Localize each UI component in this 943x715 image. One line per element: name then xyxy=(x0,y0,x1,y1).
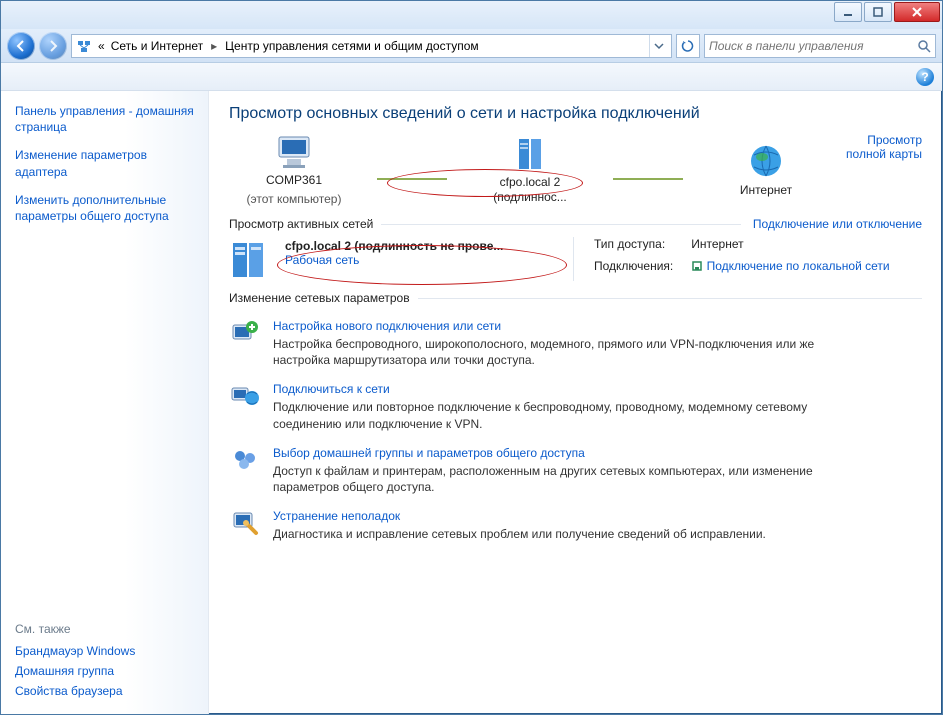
body: Панель управления - домашняя страница Из… xyxy=(1,91,942,714)
map-actions: Просмотр полной карты xyxy=(831,133,922,161)
maximize-button[interactable] xyxy=(864,2,892,22)
settings-item-new-connection[interactable]: Настройка нового подключения или сети На… xyxy=(229,319,922,368)
access-type-value: Интернет xyxy=(691,237,889,251)
map-node-internet[interactable]: Интернет xyxy=(701,143,831,198)
settings-item-desc: Настройка беспроводного, широкополосного… xyxy=(273,336,833,368)
view-full-map-link[interactable]: Просмотр полной карты xyxy=(846,133,922,161)
sidebar-link-adapter[interactable]: Изменение параметров адаптера xyxy=(15,147,194,179)
settings-item-troubleshoot[interactable]: Устранение неполадок Диагностика и испра… xyxy=(229,509,922,542)
see-also-label: См. также xyxy=(15,622,194,636)
content-pane: Просмотр основных сведений о сети и наст… xyxy=(209,91,942,714)
settings-item-homegroup[interactable]: Выбор домашней группы и параметров общег… xyxy=(229,446,922,495)
settings-item-title: Настройка нового подключения или сети xyxy=(273,319,833,333)
toolbar: ? xyxy=(1,63,942,91)
maximize-icon xyxy=(873,7,883,17)
map-node-this-pc[interactable]: COMP361 (этот компьютер) xyxy=(229,133,359,207)
globe-icon xyxy=(748,143,784,179)
sidebar-top: Панель управления - домашняя страница Из… xyxy=(15,103,194,236)
page-title: Просмотр основных сведений о сети и наст… xyxy=(229,105,922,123)
sidebar-link-home[interactable]: Панель управления - домашняя страница xyxy=(15,103,194,135)
access-type-label: Тип доступа: xyxy=(594,237,673,251)
divider xyxy=(381,224,741,225)
work-network-icon xyxy=(229,237,273,281)
settings-item-desc: Диагностика и исправление сетевых пробле… xyxy=(273,526,766,542)
breadcrumb-level1[interactable]: Сеть и Интернет xyxy=(111,39,203,53)
active-network-left: cfpo.local 2 (подлинность не прове... Ра… xyxy=(229,237,559,281)
breadcrumb-level2[interactable]: Центр управления сетями и общим доступом xyxy=(225,39,479,53)
active-networks-header: Просмотр активных сетей Подключение или … xyxy=(229,217,922,231)
active-network-type[interactable]: Рабочая сеть xyxy=(285,253,359,267)
address-bar[interactable]: « Сеть и Интернет ▸ Центр управления сет… xyxy=(71,34,672,58)
search-box[interactable] xyxy=(704,34,936,58)
nav-forward-button[interactable] xyxy=(39,32,67,60)
window-controls xyxy=(834,2,940,22)
ethernet-icon xyxy=(691,260,703,272)
connect-disconnect-link[interactable]: Подключение или отключение xyxy=(753,217,922,231)
address-dropdown[interactable] xyxy=(649,35,667,57)
refresh-icon xyxy=(681,39,695,53)
computer-icon xyxy=(273,133,315,169)
map-node2-label: cfpo.local 2 (подлиннос... xyxy=(465,175,595,205)
settings-item-title: Устранение неполадок xyxy=(273,509,766,523)
nav-row: « Сеть и Интернет ▸ Центр управления сет… xyxy=(1,29,942,63)
map-connector xyxy=(613,178,683,180)
network-center-icon xyxy=(76,38,92,54)
network-map: COMP361 (этот компьютер) cfpo.local 2 (п… xyxy=(229,133,922,207)
minimize-button[interactable] xyxy=(834,2,862,22)
homegroup-icon xyxy=(229,446,261,495)
arrow-right-icon xyxy=(46,39,60,53)
chevron-down-icon xyxy=(654,41,664,51)
active-network-details: Тип доступа: Подключения: Интернет Подкл… xyxy=(573,237,890,281)
sidebar-link-sharing[interactable]: Изменить дополнительные параметры общего… xyxy=(15,192,194,224)
settings-item-desc: Подключение или повторное подключение к … xyxy=(273,399,833,431)
map-node3-label: Интернет xyxy=(740,183,792,198)
map-nodes: COMP361 (этот компьютер) cfpo.local 2 (п… xyxy=(229,133,831,207)
sidebar-bottom: См. также Брандмауэр Windows Домашняя гр… xyxy=(15,622,194,704)
divider xyxy=(418,298,922,299)
settings-item-title: Подключиться к сети xyxy=(273,382,833,396)
troubleshoot-icon xyxy=(229,509,261,542)
map-node-domain[interactable]: cfpo.local 2 (подлиннос... xyxy=(465,135,595,205)
help-icon: ? xyxy=(921,70,928,84)
map-node1-sub: (этот компьютер) xyxy=(247,192,342,207)
settings-item-desc: Доступ к файлам и принтерам, расположенн… xyxy=(273,463,833,495)
server-tower-icon xyxy=(511,135,549,171)
see-also-firewall[interactable]: Брандмауэр Windows xyxy=(15,644,194,658)
active-network: cfpo.local 2 (подлинность не прове... Ра… xyxy=(229,237,922,281)
settings-item-title: Выбор домашней группы и параметров общег… xyxy=(273,446,833,460)
help-button[interactable]: ? xyxy=(916,68,934,86)
minimize-icon xyxy=(843,7,853,17)
close-button[interactable] xyxy=(894,2,940,22)
map-node1-label: COMP361 xyxy=(266,173,322,188)
close-icon xyxy=(911,7,923,17)
breadcrumb-back: « xyxy=(98,39,105,53)
active-networks-label: Просмотр активных сетей xyxy=(229,217,373,231)
settings-item-connect[interactable]: Подключиться к сети Подключение или повт… xyxy=(229,382,922,431)
connect-network-icon xyxy=(229,382,261,431)
settings-header: Изменение сетевых параметров xyxy=(229,291,922,305)
map-connector xyxy=(377,178,447,180)
refresh-button[interactable] xyxy=(676,34,700,58)
connections-label: Подключения: xyxy=(594,259,673,273)
connection-link[interactable]: Подключение по локальной сети xyxy=(707,259,890,273)
titlebar xyxy=(1,1,942,29)
search-icon xyxy=(917,39,931,53)
see-also-browser[interactable]: Свойства браузера xyxy=(15,684,194,698)
see-also-homegroup[interactable]: Домашняя группа xyxy=(15,664,194,678)
new-connection-icon xyxy=(229,319,261,368)
arrow-left-icon xyxy=(14,39,28,53)
settings-label: Изменение сетевых параметров xyxy=(229,291,410,305)
nav-back-button[interactable] xyxy=(7,32,35,60)
window: « Сеть и Интернет ▸ Центр управления сет… xyxy=(0,0,943,715)
search-input[interactable] xyxy=(709,39,917,53)
breadcrumb-sep-icon: ▸ xyxy=(209,39,219,53)
active-network-name: cfpo.local 2 (подлинность не прове... xyxy=(285,239,503,253)
sidebar: Панель управления - домашняя страница Из… xyxy=(1,91,209,714)
